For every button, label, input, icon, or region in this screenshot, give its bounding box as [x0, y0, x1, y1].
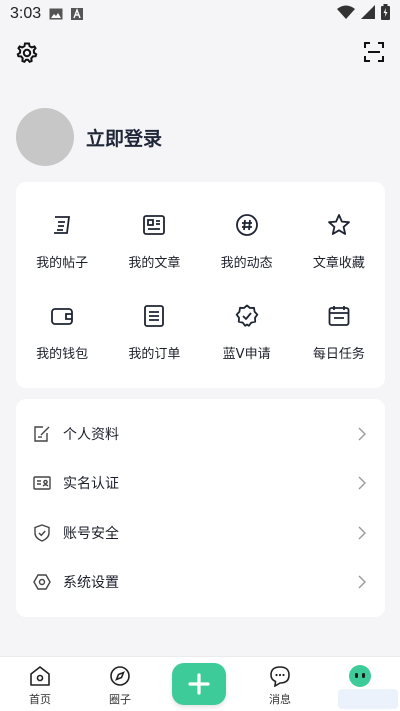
menu-item-profile[interactable]: 个人资料: [16, 409, 385, 459]
shield-icon: [34, 524, 50, 542]
grid-item-daily-tasks[interactable]: 每日任务: [293, 303, 385, 362]
signal-icon: [361, 5, 375, 23]
verified-badge-icon: [235, 304, 258, 327]
grid-item-wallet[interactable]: 我的钱包: [16, 303, 108, 362]
message-icon: [270, 666, 290, 687]
chevron-right-icon: [358, 476, 366, 490]
nav-item-circle[interactable]: 圈子: [80, 657, 160, 711]
app-notification-icon: [71, 8, 84, 20]
battery-icon: [381, 4, 390, 24]
order-icon: [144, 305, 165, 327]
edit-profile-icon: [34, 426, 50, 442]
plus-icon: [188, 673, 210, 695]
grid-item-blue-v-apply[interactable]: 蓝V申请: [201, 303, 293, 362]
status-time: 3:03: [10, 5, 42, 22]
menu-item-real-name-auth[interactable]: 实名认证: [16, 459, 385, 509]
compass-icon: [110, 666, 130, 686]
wifi-icon: [337, 5, 355, 23]
gallery-notification-icon: [49, 8, 63, 20]
me-icon: [349, 665, 371, 687]
settings-hexagon-icon: [33, 574, 51, 590]
login-label[interactable]: 立即登录: [86, 124, 162, 151]
chevron-right-icon: [358, 526, 366, 540]
gear-icon[interactable]: [14, 40, 40, 66]
star-icon: [327, 214, 350, 235]
article-icon: [143, 215, 166, 235]
avatar[interactable]: [16, 108, 74, 166]
nav-item-home[interactable]: 首页: [0, 657, 80, 711]
create-post-button[interactable]: [172, 663, 226, 705]
watermark-logo: [338, 689, 398, 709]
profile-section[interactable]: 立即登录: [16, 108, 162, 166]
calendar-icon: [328, 306, 350, 326]
menu-item-account-security[interactable]: 账号安全: [16, 508, 385, 558]
post-icon: [54, 216, 71, 234]
wallet-icon: [51, 308, 74, 325]
feature-grid-card: 我的帖子 我的文章 我的动态 文章收藏 我的钱包 我的订单 蓝V申请 每日任务: [16, 182, 385, 388]
feature-grid: 我的帖子 我的文章 我的动态 文章收藏 我的钱包 我的订单 蓝V申请 每日任务: [16, 212, 385, 362]
grid-item-my-articles[interactable]: 我的文章: [108, 212, 200, 271]
grid-item-my-activity[interactable]: 我的动态: [201, 212, 293, 271]
grid-item-my-posts[interactable]: 我的帖子: [16, 212, 108, 271]
status-bar: 3:03: [0, 0, 400, 28]
chevron-right-icon: [358, 575, 366, 589]
settings-menu-card: 个人资料 实名认证 账号安全 系统设置: [16, 399, 385, 617]
menu-item-system-settings[interactable]: 系统设置: [16, 558, 385, 608]
scan-icon[interactable]: [362, 40, 386, 64]
grid-item-favorites[interactable]: 文章收藏: [293, 212, 385, 271]
top-actions: [0, 40, 400, 70]
id-card-icon: [33, 476, 51, 490]
nav-item-messages[interactable]: 消息: [240, 657, 320, 711]
grid-item-orders[interactable]: 我的订单: [108, 303, 200, 362]
hashtag-icon: [235, 214, 258, 236]
home-icon: [30, 666, 50, 686]
chevron-right-icon: [358, 427, 366, 441]
